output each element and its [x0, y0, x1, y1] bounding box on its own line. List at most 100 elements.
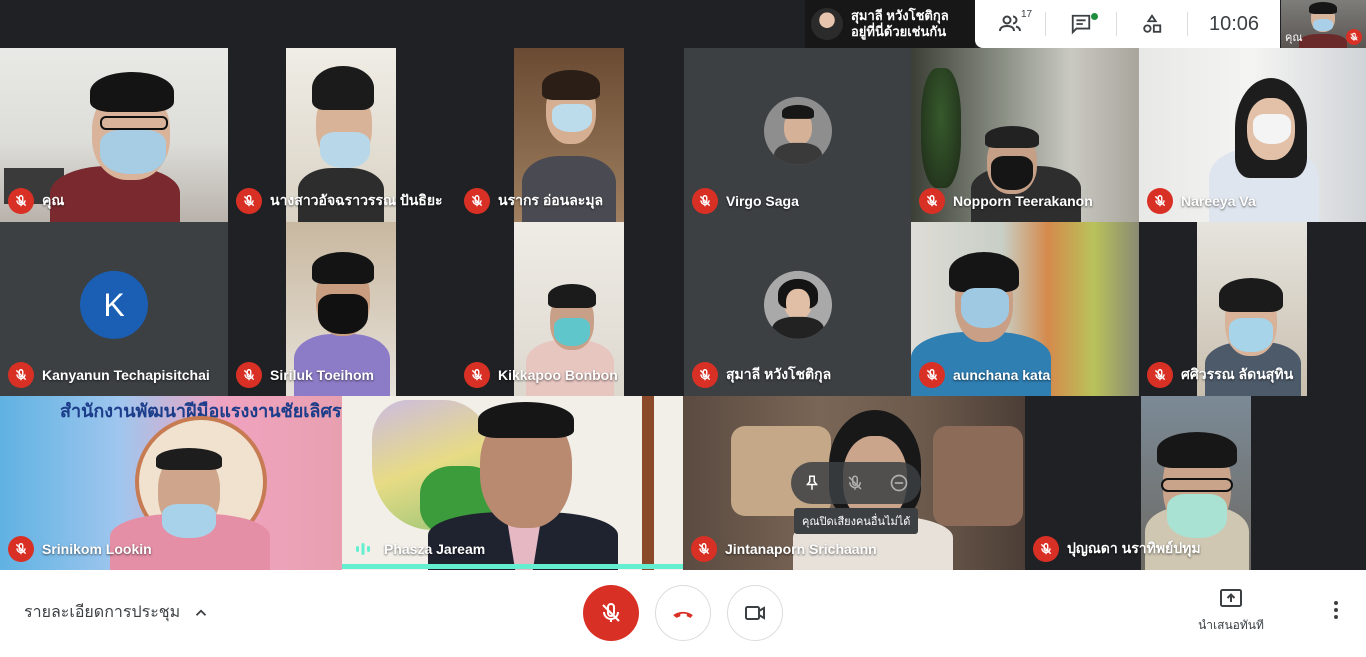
- tile-label: Virgo Saga: [692, 188, 799, 214]
- present-now-button[interactable]: นำเสนอทันที: [1185, 588, 1277, 635]
- tile-label: Phasza Jaream: [350, 536, 485, 562]
- mic-off-icon: [919, 188, 945, 214]
- video-camera-icon: [745, 606, 765, 620]
- mic-off-icon: [691, 536, 717, 562]
- chevron-up-icon: [196, 608, 207, 616]
- tile-label: คุณ: [8, 188, 64, 214]
- participants-count: 17: [1021, 9, 1033, 20]
- participant-tile[interactable]: Kikkapoo Bonbon: [456, 222, 684, 396]
- chat-button[interactable]: [1046, 0, 1116, 48]
- people-icon: [999, 15, 1021, 32]
- participant-tile[interactable]: aunchana kata: [911, 222, 1139, 396]
- avatar: K: [80, 270, 148, 339]
- meeting-details-button[interactable]: รายละเอียดการประชุม: [24, 600, 210, 625]
- mic-off-icon: [8, 536, 34, 562]
- participant-tile[interactable]: ศศิวรรณ ลัดนสุทิน: [1139, 222, 1366, 396]
- banner-text: สำนักงานพัฒนาฝีมือแรงงานชัยเลิศร: [60, 401, 342, 421]
- participant-name: Phasza Jaream: [384, 541, 486, 557]
- present-now-label: นำเสนอทันที: [1198, 618, 1264, 632]
- leave-call-button[interactable]: [655, 585, 711, 641]
- tile-label: Srinikom Lookin: [8, 536, 152, 562]
- participant-name: นางสาวอัจฉราวรรณ ปันธิยะ: [270, 192, 443, 208]
- avatar: [763, 96, 832, 165]
- shapes-icon: [1143, 14, 1162, 33]
- mic-off-icon: [1147, 362, 1173, 388]
- more-vertical-icon: [1334, 601, 1338, 619]
- participant-name: Nopporn Teerakanon: [953, 193, 1093, 209]
- participant-name: ศศิวรรณ ลัดนสุทิน: [1181, 366, 1294, 382]
- participant-tile[interactable]: ปุญณดา นราทิพย์ปทุม: [1025, 396, 1366, 570]
- tile-label: สุมาลี หวังโชติกุล: [692, 362, 831, 388]
- participant-tile[interactable]: Nopporn Teerakanon: [911, 48, 1139, 222]
- tile-label: Nareeya Va: [1147, 188, 1256, 214]
- mic-off-icon: [602, 602, 620, 622]
- tile-label: Siriluk Toeihom: [236, 362, 374, 388]
- participant-name: Kanyanun Techapisitchai: [42, 367, 210, 383]
- tile-label: Kanyanun Techapisitchai: [8, 362, 210, 388]
- tile-label: Nopporn Teerakanon: [919, 188, 1093, 214]
- tile-label: ศศิวรรณ ลัดนสุทิน: [1147, 362, 1293, 388]
- mute-tooltip: คุณปิดเสียงคนอื่นไม่ได้: [794, 508, 919, 534]
- participant-tile[interactable]: คุณ: [0, 48, 228, 222]
- participant-tile[interactable]: สุมาลี หวังโชติกุล: [684, 222, 911, 396]
- mute-participant-button[interactable]: [846, 474, 864, 492]
- self-mini-label: คุณ: [1285, 32, 1303, 44]
- participant-name: สุมาลี หวังโชติกุล: [726, 366, 832, 382]
- mic-off-icon: [919, 362, 945, 388]
- participant-tile[interactable]: Siriluk Toeihom: [228, 222, 456, 396]
- chat-icon: [1071, 14, 1091, 35]
- participants-button[interactable]: 17: [975, 0, 1045, 48]
- microphone-toggle-button[interactable]: [583, 585, 639, 641]
- participant-name: ปุญณดา นราทิพย์ปทุม: [1067, 540, 1201, 556]
- participant-name: Nareeya Va: [1181, 193, 1256, 209]
- participant-tile[interactable]: Virgo Saga: [684, 48, 911, 222]
- avatar-initial: K: [103, 286, 125, 323]
- mic-off-icon: [464, 188, 490, 214]
- mic-off-icon: [692, 362, 718, 388]
- mic-off-icon: [8, 362, 34, 388]
- activities-button[interactable]: [1117, 0, 1187, 48]
- active-speaker-bar: [342, 564, 683, 569]
- presenter-name: สุมาลี หวังโชติกุล: [851, 8, 949, 23]
- mic-off-icon: [848, 475, 862, 490]
- presenter-avatar: [811, 8, 843, 40]
- participant-name: Kikkapoo Bonbon: [498, 367, 618, 383]
- more-options-button[interactable]: [1326, 598, 1346, 627]
- remove-participant-button[interactable]: [889, 473, 909, 493]
- participant-tile[interactable]: สำนักงานพัฒนาฝีมือแรงงานชัยเลิศร Sriniko…: [0, 396, 342, 570]
- participant-tile[interactable]: Phasza Jaream: [342, 396, 683, 570]
- chat-unread-dot: [1091, 13, 1098, 20]
- pin-icon: [806, 475, 819, 490]
- tile-hover-controls: [791, 462, 921, 504]
- bottom-bar: รายละเอียดการประชุม นำเสนอทันที: [0, 570, 1366, 657]
- tile-label: Jintanaporn Srichaann: [691, 536, 877, 562]
- participant-name: นรากร อ่อนละมุล: [498, 192, 604, 208]
- tile-label: Kikkapoo Bonbon: [464, 362, 618, 388]
- remove-circle-icon: [890, 474, 907, 492]
- hang-up-icon: [673, 611, 693, 618]
- tile-label: ปุญณดา นราทิพย์ปทุม: [1033, 536, 1201, 562]
- meeting-details-label: รายละเอียดการประชุม: [24, 604, 181, 621]
- pin-button[interactable]: [803, 474, 821, 492]
- mic-off-icon: [236, 188, 262, 214]
- participant-name: Siriluk Toeihom: [270, 367, 374, 383]
- tile-label: นางสาวอัจฉราวรรณ ปันธิยะ: [236, 188, 443, 214]
- participant-name: Jintanaporn Srichaann: [725, 541, 877, 557]
- participant-tile[interactable]: นรากร อ่อนละมุล: [456, 48, 684, 222]
- participant-name: Virgo Saga: [726, 193, 799, 209]
- self-view-mini[interactable]: คุณ: [1281, 0, 1366, 48]
- mic-off-icon: [692, 188, 718, 214]
- participant-name: aunchana kata: [953, 367, 1051, 383]
- clock: 10:06: [1208, 12, 1260, 35]
- participant-name: คุณ: [42, 192, 65, 208]
- mic-off-icon: [236, 362, 262, 388]
- participant-tile[interactable]: K Kanyanun Techapisitchai: [0, 222, 228, 396]
- avatar: [763, 270, 832, 339]
- presenter-notice: สุมาลี หวังโชติกุล อยู่ที่นี่ด้วยเช่นกัน: [805, 0, 975, 48]
- mic-off-icon: [1033, 536, 1059, 562]
- participant-tile[interactable]: Nareeya Va: [1139, 48, 1366, 222]
- camera-toggle-button[interactable]: [727, 585, 783, 641]
- tile-label: นรากร อ่อนละมุล: [464, 188, 603, 214]
- participant-tile[interactable]: นางสาวอัจฉราวรรณ ปันธิยะ: [228, 48, 456, 222]
- mic-off-icon: [1346, 29, 1362, 45]
